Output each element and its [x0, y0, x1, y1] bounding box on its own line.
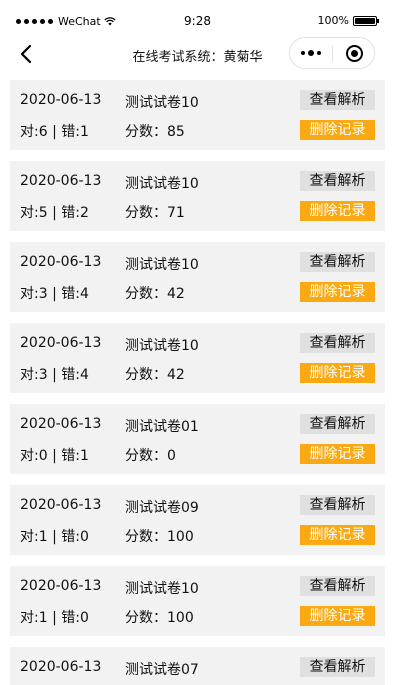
record-item: 2020-06-13 测试试卷10 对:1 | 错:0 分数：100 查看解析 …: [10, 566, 385, 636]
record-item: 2020-06-13 测试试卷09 对:1 | 错:0 分数：100 查看解析 …: [10, 485, 385, 555]
view-analysis-button[interactable]: 查看解析: [300, 576, 375, 596]
record-paper-name: 测试试卷10: [125, 257, 199, 273]
record-paper-name: 测试试卷10: [125, 95, 199, 111]
view-analysis-button[interactable]: 查看解析: [300, 252, 375, 272]
view-analysis-button[interactable]: 查看解析: [300, 333, 375, 353]
battery-status: 100%: [317, 14, 379, 27]
record-points: 分数：71: [125, 205, 185, 221]
record-item: 2020-06-13 测试试卷07 查看解析: [10, 647, 385, 685]
battery-icon: [353, 15, 379, 26]
record-paper-name: 测试试卷01: [125, 419, 199, 435]
phone-screen: WeChat 9:28 100% 在线考试系统：黄菊华 2020-06-13 测…: [10, 10, 385, 685]
target-core: [350, 49, 358, 57]
record-date: 2020-06-13: [20, 497, 102, 513]
record-date: 2020-06-13: [20, 659, 102, 675]
record-points: 分数：100: [125, 529, 194, 545]
nav-bar: 在线考试系统：黄菊华: [10, 32, 385, 76]
target-circle-icon: [345, 44, 363, 62]
view-analysis-button[interactable]: 查看解析: [300, 171, 375, 191]
back-button[interactable]: [16, 42, 40, 66]
record-right-wrong: 对:0 | 错:1: [20, 448, 89, 464]
battery-percent: 100%: [317, 14, 349, 27]
record-paper-name: 测试试卷07: [125, 662, 199, 678]
miniapp-capsule: [289, 37, 375, 69]
record-points: 分数：85: [125, 124, 185, 140]
record-item: 2020-06-13 测试试卷10 对:5 | 错:2 分数：71 查看解析 删…: [10, 161, 385, 231]
record-item: 2020-06-13 测试试卷10 对:3 | 错:4 分数：42 查看解析 删…: [10, 242, 385, 312]
record-date: 2020-06-13: [20, 335, 102, 351]
record-paper-name: 测试试卷09: [125, 500, 199, 516]
record-list: 2020-06-13 测试试卷10 对:6 | 错:1 分数：85 查看解析 删…: [10, 80, 385, 685]
record-paper-name: 测试试卷10: [125, 176, 199, 192]
view-analysis-button[interactable]: 查看解析: [300, 657, 375, 677]
more-dots-icon: [317, 51, 321, 55]
page-title: 在线考试系统：黄菊华: [132, 50, 263, 65]
record-points: 分数：42: [125, 286, 185, 302]
battery-fill: [355, 17, 375, 24]
delete-record-button[interactable]: 删除记录: [300, 282, 375, 302]
more-dots-icon: [301, 51, 305, 55]
record-right-wrong: 对:3 | 错:4: [20, 286, 89, 302]
record-date: 2020-06-13: [20, 92, 102, 108]
record-item: 2020-06-13 测试试卷10 对:3 | 错:4 分数：42 查看解析 删…: [10, 323, 385, 393]
record-points: 分数：100: [125, 610, 194, 626]
record-paper-name: 测试试卷10: [125, 338, 199, 354]
record-right-wrong: 对:1 | 错:0: [20, 529, 89, 545]
more-dots-icon: [308, 50, 314, 56]
record-points: 分数：0: [125, 448, 176, 464]
close-miniapp-button[interactable]: [333, 38, 375, 68]
delete-record-button[interactable]: 删除记录: [300, 606, 375, 626]
status-bar: WeChat 9:28 100%: [10, 10, 385, 32]
delete-record-button[interactable]: 删除记录: [300, 525, 375, 545]
chevron-left-icon: [20, 44, 32, 64]
record-points: 分数：42: [125, 367, 185, 383]
record-right-wrong: 对:1 | 错:0: [20, 610, 89, 626]
view-analysis-button[interactable]: 查看解析: [300, 90, 375, 110]
delete-record-button[interactable]: 删除记录: [300, 120, 375, 140]
record-date: 2020-06-13: [20, 254, 102, 270]
record-date: 2020-06-13: [20, 578, 102, 594]
record-right-wrong: 对:6 | 错:1: [20, 124, 89, 140]
more-button[interactable]: [290, 38, 332, 68]
record-item: 2020-06-13 测试试卷10 对:6 | 错:1 分数：85 查看解析 删…: [10, 80, 385, 150]
record-date: 2020-06-13: [20, 416, 102, 432]
delete-record-button[interactable]: 删除记录: [300, 363, 375, 383]
delete-record-button[interactable]: 删除记录: [300, 444, 375, 464]
view-analysis-button[interactable]: 查看解析: [300, 414, 375, 434]
record-right-wrong: 对:3 | 错:4: [20, 367, 89, 383]
record-paper-name: 测试试卷10: [125, 581, 199, 597]
record-item: 2020-06-13 测试试卷01 对:0 | 错:1 分数：0 查看解析 删除…: [10, 404, 385, 474]
view-analysis-button[interactable]: 查看解析: [300, 495, 375, 515]
record-right-wrong: 对:5 | 错:2: [20, 205, 89, 221]
record-date: 2020-06-13: [20, 173, 102, 189]
delete-record-button[interactable]: 删除记录: [300, 201, 375, 221]
